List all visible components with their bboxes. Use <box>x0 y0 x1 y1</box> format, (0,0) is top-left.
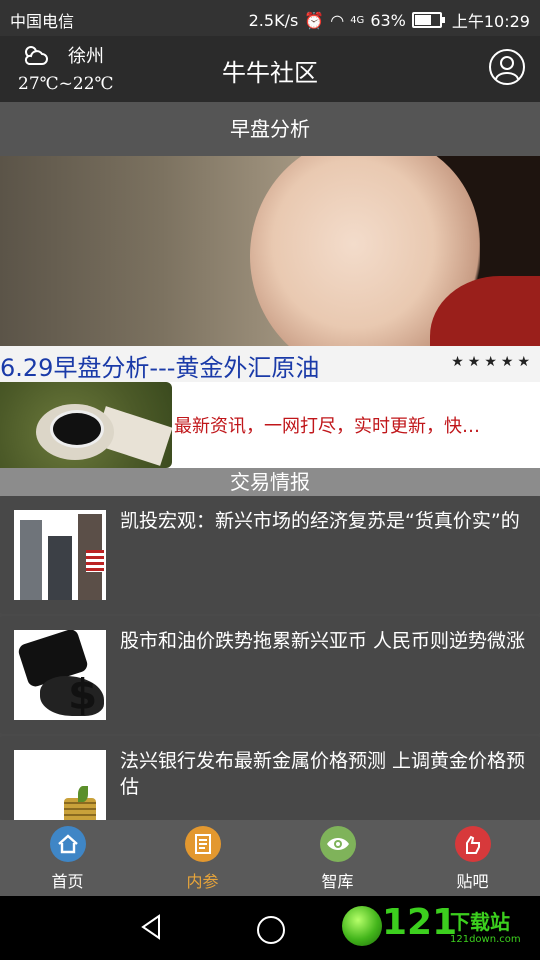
tab-forum[interactable]: 贴吧 <box>405 826 540 892</box>
news-item[interactable]: $ 股市和油价跌势拖累新兴亚币 人民币则逆势微涨 <box>0 616 540 734</box>
banner-headline[interactable]: 6.29早盘分析---黄金外汇原油 <box>0 348 319 383</box>
coffee-image <box>0 382 172 468</box>
section-title-trade: 交易情报 <box>0 468 540 496</box>
app-title: 牛牛社区 <box>222 59 318 87</box>
carrier-label: 中国电信 <box>10 12 75 31</box>
watermark-number: 121 <box>382 902 458 943</box>
signal-icon: 4G <box>350 14 365 26</box>
watermark-url: 121down.com <box>450 934 521 945</box>
tab-label: 智库 <box>321 872 354 891</box>
system-nav-bar: 121 下载站 121down.com <box>0 896 540 960</box>
news-thumbnail <box>14 750 106 820</box>
document-icon <box>184 826 221 862</box>
news-thumbnail <box>14 510 106 600</box>
status-right: 2.5K/s ⏰ ◠ 4G 63% 上午10:29 <box>249 8 530 32</box>
battery-icon <box>411 12 445 28</box>
home-icon <box>49 826 86 862</box>
alarm-icon: ⏰ <box>304 10 325 30</box>
news-thumbnail: $ <box>14 630 106 720</box>
clock: 上午10:29 <box>451 12 530 31</box>
section-title-morning: 早盘分析 <box>0 102 540 156</box>
rating-stars: ★★★★★ <box>451 354 534 370</box>
promo-text[interactable]: 最新资讯，一网打尽，实时更新，快… <box>174 412 534 438</box>
news-item[interactable]: 凯投宏观：新兴市场的经济复苏是“货真价实”的 <box>0 496 540 614</box>
user-profile-icon[interactable] <box>488 48 526 86</box>
banner-image[interactable] <box>0 156 540 346</box>
net-speed: 2.5K/s <box>248 10 299 30</box>
tab-label: 内参 <box>186 872 219 891</box>
news-title[interactable]: 法兴银行发布最新金属价格预测 上调黄金价格预估 <box>120 748 528 800</box>
eye-icon <box>319 826 356 862</box>
news-item[interactable]: 法兴银行发布最新金属价格预测 上调黄金价格预估 <box>0 736 540 820</box>
tab-label: 首页 <box>51 872 84 891</box>
watermark-logo: 121 下载站 121down.com <box>342 902 532 954</box>
app-header: 徐州 27℃~22℃ 牛牛社区 <box>0 36 540 102</box>
bottom-tab-bar: 首页 内参 智库 贴吧 <box>0 820 540 896</box>
tab-insider[interactable]: 内参 <box>135 826 270 892</box>
watermark-text: 下载站 <box>450 910 510 934</box>
banner-caption[interactable]: 6.29早盘分析---黄金外汇原油 ★★★★★ <box>0 346 540 382</box>
status-bar: 中国电信 2.5K/s ⏰ ◠ 4G 63% 上午10:29 <box>0 0 540 36</box>
promo-banner[interactable]: 最新资讯，一网打尽，实时更新，快… <box>0 382 540 468</box>
tab-label: 贴吧 <box>456 872 489 891</box>
hand-icon <box>454 826 491 862</box>
home-button[interactable] <box>257 916 285 944</box>
back-icon[interactable] <box>140 914 162 940</box>
tab-home[interactable]: 首页 <box>0 826 135 892</box>
tab-think-tank[interactable]: 智库 <box>270 826 405 892</box>
news-title[interactable]: 凯投宏观：新兴市场的经济复苏是“货真价实”的 <box>120 508 528 534</box>
battery-percent: 63% <box>370 10 406 30</box>
news-title[interactable]: 股市和油价跌势拖累新兴亚币 人民币则逆势微涨 <box>120 628 528 654</box>
wifi-icon: ◠ <box>330 10 345 30</box>
globe-icon <box>342 906 382 946</box>
